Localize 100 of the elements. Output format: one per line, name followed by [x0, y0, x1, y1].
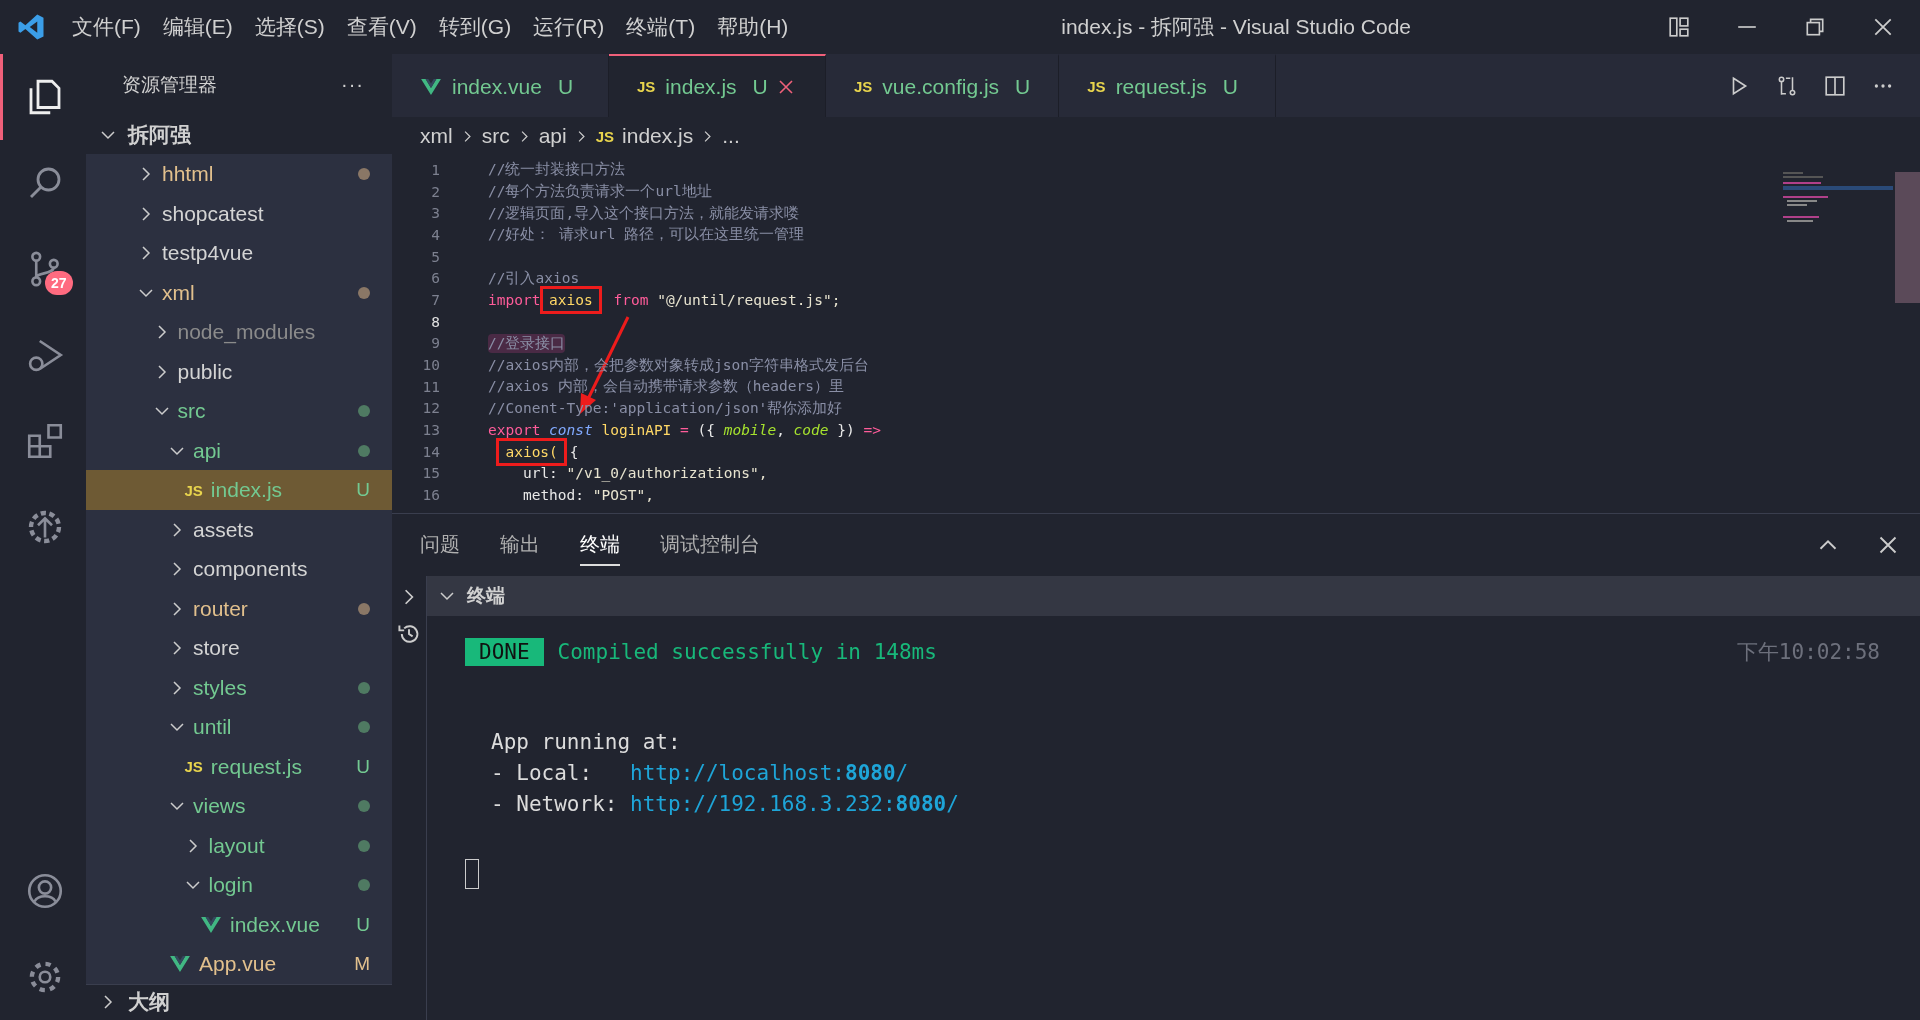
editor-tab[interactable]: JS vue.config.js U [826, 54, 1060, 117]
history-icon[interactable] [397, 622, 421, 646]
window-title: index.js - 拆阿强 - Visual Studio Code [1060, 14, 1413, 40]
scrollbar-thumb[interactable] [1895, 172, 1920, 303]
git-status: U [356, 479, 370, 502]
tree-item[interactable]: shopcatest [86, 193, 392, 234]
tree-item[interactable]: hhtml [86, 154, 392, 194]
tree-item[interactable]: index.vue U [86, 904, 392, 945]
terminal-header[interactable]: 终端 [427, 576, 1920, 616]
tree-item[interactable]: views [86, 786, 392, 826]
git-status: U [356, 755, 370, 778]
line-number: 9 [430, 335, 440, 352]
restore-icon[interactable] [1804, 16, 1826, 38]
item-label: testp4vue [162, 241, 255, 266]
item-label: components [193, 557, 309, 582]
vscode-logo-icon [16, 12, 46, 42]
menu-item[interactable]: 选择(S) [254, 13, 325, 41]
tree-item[interactable]: layout [86, 825, 392, 866]
tree-item[interactable]: until [86, 707, 392, 747]
editor-tab[interactable]: JS index.js U [609, 54, 826, 117]
menu-item[interactable]: 帮助(H) [717, 13, 789, 41]
item-label: assets [193, 517, 255, 542]
terminal-cursor [465, 859, 479, 889]
item-label: login [208, 873, 254, 898]
workspace-header[interactable]: 拆阿强 [86, 115, 392, 155]
terminal-text: - Network: [491, 792, 619, 816]
tree-item[interactable]: components [86, 549, 392, 589]
highlight-box: axios( [496, 437, 567, 466]
menu-item[interactable]: 文件(F) [72, 13, 141, 41]
breadcrumb-item[interactable]: src [481, 124, 510, 148]
item-label: public [177, 359, 234, 384]
menu-item[interactable]: 运行(R) [533, 13, 605, 41]
terminal-text: - Local: [491, 761, 594, 785]
panel-tab[interactable]: 问题 [420, 524, 460, 566]
js-file-icon: JS [854, 78, 873, 95]
line-number: 5 [430, 248, 440, 265]
code-line: //引入axios [488, 268, 580, 288]
item-label: index.js [210, 478, 284, 503]
tree-item[interactable]: JS index.js U [86, 470, 392, 510]
js-file-icon: JS [595, 127, 615, 145]
tree-item[interactable]: JS request.js U [86, 746, 392, 787]
more-button[interactable]: ··· [341, 73, 364, 97]
tree-item[interactable]: login [86, 865, 392, 905]
terminal-text: App running at: [491, 730, 681, 754]
item-label: styles [193, 675, 248, 700]
tree-item[interactable]: assets [86, 509, 392, 550]
item-label: layout [208, 833, 266, 858]
url-link[interactable]: http://localhost:8080/ [630, 761, 909, 785]
item-label: App.vue [199, 952, 278, 977]
menu-item[interactable]: 终端(T) [626, 13, 696, 41]
panel-tab[interactable]: 输出 [500, 524, 540, 566]
code-line: //axios 内部，会自动携带请求参数（headers）里 [488, 377, 844, 397]
close-icon[interactable] [1878, 535, 1898, 555]
close-icon[interactable] [777, 78, 794, 95]
code-line: method: "POST", [521, 487, 654, 504]
item-label: router [193, 596, 249, 621]
vue-file-icon [420, 77, 442, 96]
item-label: node_modules [177, 320, 317, 345]
git-status: U [356, 913, 370, 936]
item-label: index.vue [230, 912, 321, 937]
sidebar-title: 资源管理器 [122, 72, 217, 97]
close-icon[interactable] [1872, 16, 1894, 38]
breadcrumb-item[interactable]: api [538, 124, 567, 148]
line-number: 3 [430, 205, 440, 222]
line-number: 13 [421, 422, 440, 439]
line-number: 7 [430, 291, 440, 308]
url-link[interactable]: http://192.168.3.232:8080/ [630, 792, 959, 816]
terminal-text: Compiled successfully in 148ms [557, 640, 937, 664]
code-line: export const loginAPI = ({ mobile, code }) => [488, 422, 881, 439]
split-editor-icon[interactable] [1824, 74, 1846, 97]
layout-icon[interactable] [1668, 16, 1690, 38]
tree-item[interactable]: api [86, 430, 392, 471]
editor-tab[interactable]: JS request.js U [1059, 54, 1277, 117]
breadcrumb-item[interactable]: xml [420, 124, 453, 148]
panel-tab[interactable]: 终端 [580, 524, 620, 566]
tree-item[interactable]: testp4vue [86, 233, 392, 273]
tree-item[interactable]: styles [86, 667, 392, 708]
tree-item[interactable]: store [86, 628, 392, 668]
item-label: store [193, 636, 241, 661]
tree-item[interactable]: xml [86, 272, 392, 313]
menu-item[interactable]: 转到(G) [438, 13, 512, 41]
line-number: 2 [430, 183, 440, 200]
item-label: views [193, 794, 247, 819]
line-number: 12 [421, 400, 440, 417]
tree-item[interactable]: public [86, 351, 392, 392]
tree-item[interactable]: src [86, 391, 392, 431]
item-label: until [193, 715, 233, 740]
menu-item[interactable]: 编辑(E) [162, 13, 233, 41]
vue-file-icon [200, 915, 222, 934]
tree-item[interactable]: router [86, 588, 392, 629]
breadcrumb-item[interactable]: ... [722, 124, 740, 148]
outline-header[interactable]: 大纲 [86, 983, 392, 1020]
tree-item[interactable]: node_modules [86, 312, 392, 352]
item-label: xml [162, 280, 196, 305]
compare-changes-icon[interactable] [1776, 74, 1798, 97]
panel-tab[interactable]: 调试控制台 [660, 524, 760, 566]
breadcrumb-item[interactable]: index.js [622, 124, 694, 148]
menu-item[interactable]: 查看(V) [346, 13, 417, 41]
tree-item[interactable]: App.vue M [86, 944, 392, 984]
line-number: 6 [430, 270, 440, 287]
